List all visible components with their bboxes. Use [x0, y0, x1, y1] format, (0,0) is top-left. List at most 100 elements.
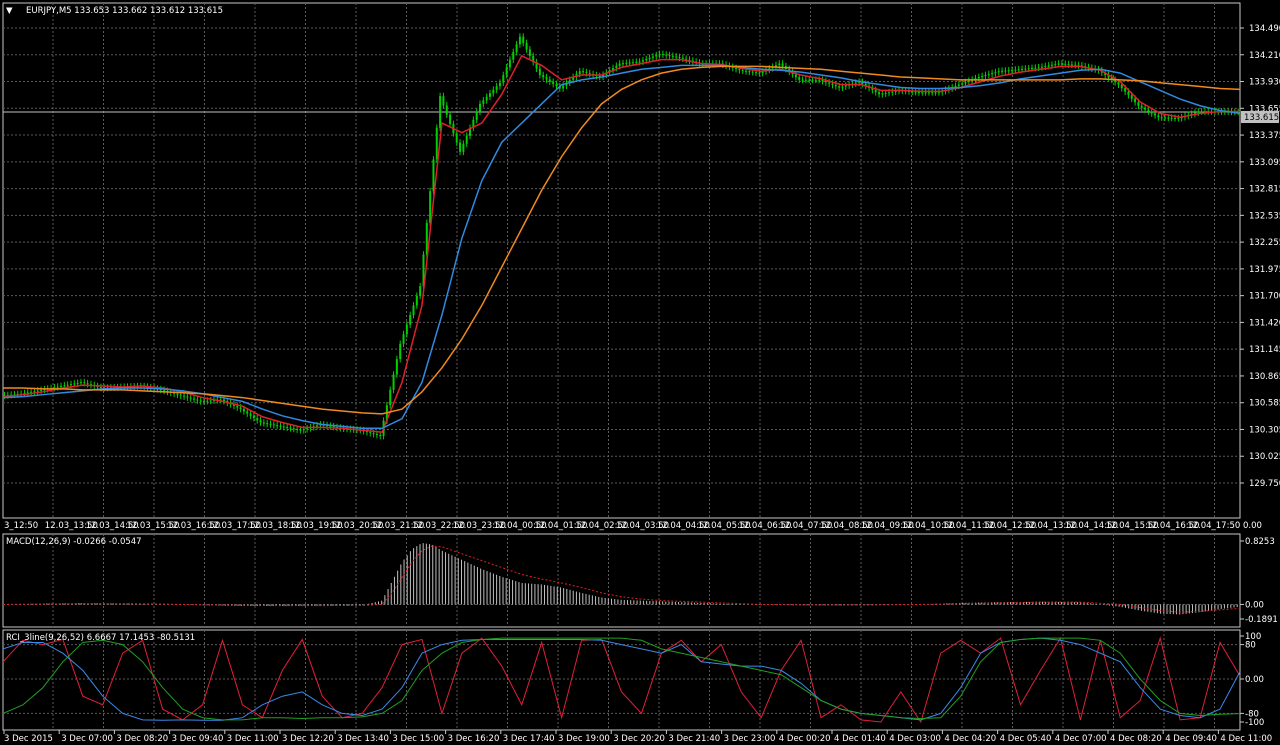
candle-body	[272, 424, 275, 426]
candle-body	[751, 71, 754, 73]
candle-body	[804, 79, 807, 81]
time-axis-label: 4 Dec 08:20	[1110, 734, 1162, 744]
candle-body	[269, 423, 272, 425]
candle-body	[552, 81, 555, 84]
candle-body	[183, 395, 186, 397]
candle-body	[1027, 68, 1030, 70]
candle-body	[1070, 64, 1073, 66]
macd-title: MACD(12,26,9) -0.0266 -0.0547	[6, 537, 142, 547]
candle-body	[262, 422, 265, 424]
price-tick-label: 131.145	[1249, 345, 1280, 355]
candle-body	[745, 70, 748, 72]
candle-body	[1147, 109, 1150, 112]
candle-body	[927, 92, 930, 94]
price-tick-label: 129.750	[1249, 479, 1280, 489]
candle-body	[1014, 69, 1017, 71]
candle-body	[179, 394, 182, 396]
candle-body	[964, 82, 967, 84]
candle-body	[33, 391, 36, 393]
candle-body	[498, 82, 501, 87]
candle-body	[1134, 98, 1137, 103]
rci-tick-label: 80	[1245, 641, 1256, 651]
price-tick-label: 131.975	[1249, 265, 1280, 275]
candle-body	[937, 92, 940, 94]
menu-arrow-icon[interactable]: ▼	[6, 6, 13, 16]
candle-body	[1064, 63, 1067, 65]
candle-body	[279, 425, 282, 427]
candle-body	[1150, 111, 1153, 114]
ma-slow-line	[3, 65, 1241, 415]
time-axis-label: 3 Dec 17:40	[503, 734, 555, 744]
candle-body	[1031, 67, 1034, 69]
candle-body	[306, 428, 309, 430]
chart-window[interactable]: 134.490134.210133.930133.655133.375133.0…	[0, 0, 1280, 745]
candle-body	[542, 75, 545, 78]
candle-body	[844, 85, 847, 87]
candle-body	[675, 56, 678, 58]
candle-body	[1004, 70, 1007, 72]
candle-body	[495, 86, 498, 90]
candle-body	[655, 55, 658, 57]
candle-body	[811, 79, 814, 81]
candle-body	[578, 71, 581, 75]
candle-body	[934, 92, 937, 94]
candle-body	[83, 382, 86, 384]
candle-body	[196, 399, 199, 401]
candle-body	[582, 71, 585, 73]
candle-body	[661, 53, 664, 55]
candle-body	[239, 407, 242, 410]
time-axis-label: 3 Dec 15:00	[392, 734, 444, 744]
candle-body	[512, 51, 515, 60]
rci-panel[interactable]: RCI_3line(9,26,52) 6.6667 17.1453 -80.51…	[2, 629, 1264, 731]
price-tick-label: 134.210	[1249, 51, 1280, 61]
candle-body	[838, 86, 841, 88]
candle-body	[296, 428, 299, 430]
price-marks	[2, 33, 1241, 440]
candle-body	[1144, 107, 1147, 110]
time-axis-label: 3 Dec 08:20	[116, 734, 168, 744]
candle-body	[455, 133, 458, 143]
candle-body	[459, 142, 462, 152]
candle-body	[1021, 68, 1024, 70]
candle-body	[781, 63, 784, 67]
candle-body	[798, 77, 801, 80]
candle-body	[399, 343, 402, 360]
candle-body	[625, 62, 628, 64]
candle-body	[66, 384, 69, 386]
candle-body	[1137, 102, 1140, 106]
rci-marks	[2, 636, 1241, 724]
chart-canvas[interactable]: 134.490134.210133.930133.655133.375133.0…	[0, 0, 1280, 745]
candle-body	[56, 386, 59, 388]
candle-body	[186, 396, 189, 398]
rci-tick-label: 0.00	[1245, 675, 1264, 685]
candle-body	[1037, 67, 1040, 69]
candle-body	[741, 70, 744, 72]
candle-body	[755, 72, 758, 74]
time-label-row: 3_12:50 12.03_13:5012.03_14:5012.03_15:50…	[4, 521, 1262, 531]
time-axis-label: 3 Dec 07:00	[61, 734, 113, 744]
candle-body	[665, 54, 668, 56]
candle-body	[645, 59, 648, 61]
time-axis-label: 3 Dec 2015	[4, 734, 53, 744]
candle-body	[794, 74, 797, 78]
candle-body	[894, 91, 897, 93]
current-price-tag: 133.615	[1241, 111, 1279, 123]
candle-body	[479, 103, 482, 112]
price-tick-label: 130.305	[1249, 425, 1280, 435]
candle-body	[282, 426, 285, 428]
rci-axis: 100800.00-80-100	[1240, 632, 1264, 728]
candle-body	[236, 405, 239, 408]
time-axis-label: 3 Dec 09:40	[172, 734, 224, 744]
candle-body	[884, 92, 887, 94]
candle-body	[70, 384, 73, 386]
candle-body	[76, 382, 79, 384]
candle-body	[538, 68, 541, 76]
price-panel[interactable]: 134.490134.210133.930133.655133.375133.0…	[2, 2, 1280, 531]
candle-body	[1120, 84, 1123, 89]
candle-body	[961, 83, 964, 85]
candle-body	[1034, 67, 1037, 69]
macd-panel[interactable]: MACD(12,26,9) -0.0266 -0.0547 0.8253 0.00…	[2, 533, 1278, 628]
candle-body	[641, 60, 644, 62]
ma-mid-line	[2, 64, 1241, 430]
candle-body	[957, 84, 960, 86]
